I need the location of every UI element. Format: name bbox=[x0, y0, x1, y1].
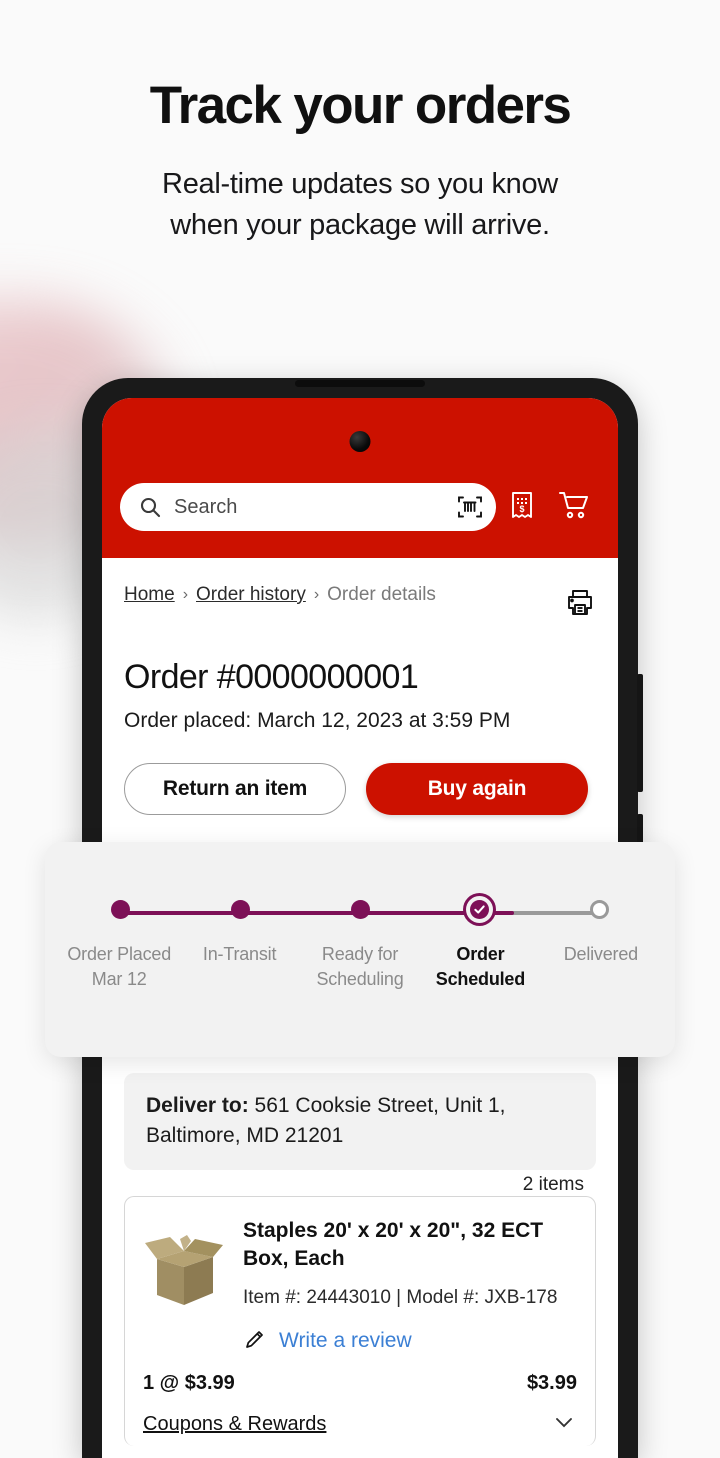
tracker-labels: Order Placed Mar 12 In-Transit Ready for… bbox=[59, 942, 661, 992]
coupons-rewards-label: Coupons & Rewards bbox=[143, 1412, 327, 1435]
tracker-label-delivered-text: Delivered bbox=[563, 944, 638, 964]
breadcrumb-row: Home › Order history › Order details bbox=[124, 584, 596, 623]
tracker-label-ready-for-scheduling: Ready for Scheduling bbox=[300, 942, 420, 992]
buy-again-button[interactable]: Buy again bbox=[366, 763, 588, 815]
order-action-buttons: Return an item Buy again bbox=[124, 763, 596, 815]
tracker-label-ready-sub: Scheduling bbox=[316, 968, 404, 989]
tracker-label-in-transit: In-Transit bbox=[179, 942, 299, 992]
search-icon bbox=[138, 495, 162, 519]
tracker-dot-delivered bbox=[590, 900, 609, 919]
order-progress-tracker: Order Placed Mar 12 In-Transit Ready for… bbox=[45, 842, 675, 1057]
header-toolbar: Search $ bbox=[102, 483, 618, 531]
promo-block: Track your orders Real-time updates so y… bbox=[0, 0, 720, 246]
tracker-dot-ready-for-scheduling bbox=[350, 900, 370, 919]
order-item-price-row: 1 @ $3.99 $3.99 bbox=[143, 1372, 577, 1395]
promo-subtitle-line-1: Real-time updates so you know bbox=[162, 167, 558, 200]
breadcrumb-separator-1: › bbox=[182, 586, 189, 603]
search-input[interactable]: Search bbox=[120, 483, 496, 531]
receipt-deals-icon: $ bbox=[508, 490, 536, 525]
phone-camera-punch-hole bbox=[349, 431, 371, 452]
order-item-line-total: $3.99 bbox=[526, 1371, 577, 1394]
promo-subtitle: Real-time updates so you know when your … bbox=[0, 164, 720, 246]
svg-text:$: $ bbox=[519, 504, 524, 514]
tracker-label-scheduled-sub: Scheduled bbox=[435, 968, 526, 989]
write-review-row[interactable]: Write a review bbox=[243, 1327, 577, 1356]
promo-subtitle-line-2: when your package will arrive. bbox=[170, 208, 550, 241]
cart-button[interactable] bbox=[548, 490, 600, 525]
order-placed-date: Order placed: March 12, 2023 at 3:59 PM bbox=[124, 709, 511, 732]
tracker-label-order-placed-sub: Mar 12 bbox=[91, 968, 147, 989]
page-title: Track your orders bbox=[149, 76, 572, 135]
items-section: 2 items Staples 20' x 20' x 20", 32 ECT … bbox=[124, 1173, 596, 1446]
shopping-cart-icon bbox=[558, 490, 590, 525]
write-review-link[interactable]: Write a review bbox=[279, 1329, 412, 1353]
coupons-rewards-toggle[interactable]: Coupons & Rewards bbox=[143, 1409, 577, 1446]
tracker-label-order-placed-text: Order Placed bbox=[67, 944, 172, 964]
pencil-icon bbox=[243, 1327, 267, 1356]
breadcrumb-home[interactable]: Home bbox=[124, 584, 175, 606]
delivery-address-line-2: Baltimore, MD 21201 bbox=[146, 1124, 344, 1148]
breadcrumb: Home › Order history › Order details bbox=[124, 584, 436, 606]
tracker-label-scheduled-text: Order bbox=[456, 944, 505, 964]
app-header: Search $ bbox=[102, 398, 618, 558]
tracker-label-order-placed: Order Placed Mar 12 bbox=[59, 942, 179, 992]
search-placeholder-text: Search bbox=[174, 495, 238, 518]
tracker-label-ready-text: Ready for bbox=[321, 944, 399, 964]
breadcrumb-separator-2: › bbox=[313, 586, 320, 603]
tracker-label-in-transit-text: In-Transit bbox=[202, 944, 277, 964]
phone-side-button bbox=[637, 674, 643, 792]
order-item-quantity-price: 1 @ $3.99 bbox=[143, 1371, 235, 1394]
tracker-rail-wrap bbox=[111, 900, 609, 926]
tracker-label-order-scheduled: Order Scheduled bbox=[420, 942, 540, 992]
return-an-item-button[interactable]: Return an item bbox=[124, 763, 346, 815]
barcode-scan-icon[interactable] bbox=[456, 493, 484, 521]
delivery-label: Deliver to: bbox=[146, 1094, 249, 1117]
order-item-row: Staples 20' x 20' x 20", 32 ECT Box, Eac… bbox=[143, 1217, 577, 1356]
tracker-dot-order-scheduled bbox=[470, 900, 490, 919]
order-item-info: Staples 20' x 20' x 20", 32 ECT Box, Eac… bbox=[243, 1217, 577, 1356]
breadcrumb-current: Order details bbox=[327, 584, 436, 605]
print-button[interactable] bbox=[564, 586, 596, 623]
deals-button[interactable]: $ bbox=[496, 490, 548, 525]
order-item-card: Staples 20' x 20' x 20", 32 ECT Box, Eac… bbox=[124, 1195, 596, 1446]
order-item-name: Staples 20' x 20' x 20", 32 ECT Box, Eac… bbox=[243, 1218, 544, 1270]
cardboard-box-image bbox=[143, 1217, 225, 1356]
tracker-label-delivered: Delivered bbox=[541, 942, 661, 992]
order-number: Order #0000000001 bbox=[124, 658, 419, 696]
items-count-badge: 2 items bbox=[516, 1173, 590, 1196]
breadcrumb-order-history[interactable]: Order history bbox=[196, 584, 306, 606]
tracker-step-dots bbox=[111, 900, 609, 919]
printer-icon bbox=[564, 590, 596, 622]
tracker-dot-in-transit bbox=[230, 900, 250, 919]
delivery-address-line-1: 561 Cooksie Street, Unit 1, bbox=[254, 1094, 506, 1117]
delivery-address-box: Deliver to: 561 Cooksie Street, Unit 1, … bbox=[124, 1073, 596, 1170]
order-item-meta: Item #: 24443010 | Model #: JXB-178 bbox=[243, 1286, 558, 1308]
chevron-down-icon bbox=[551, 1409, 577, 1440]
tracker-dot-order-placed bbox=[111, 900, 130, 919]
